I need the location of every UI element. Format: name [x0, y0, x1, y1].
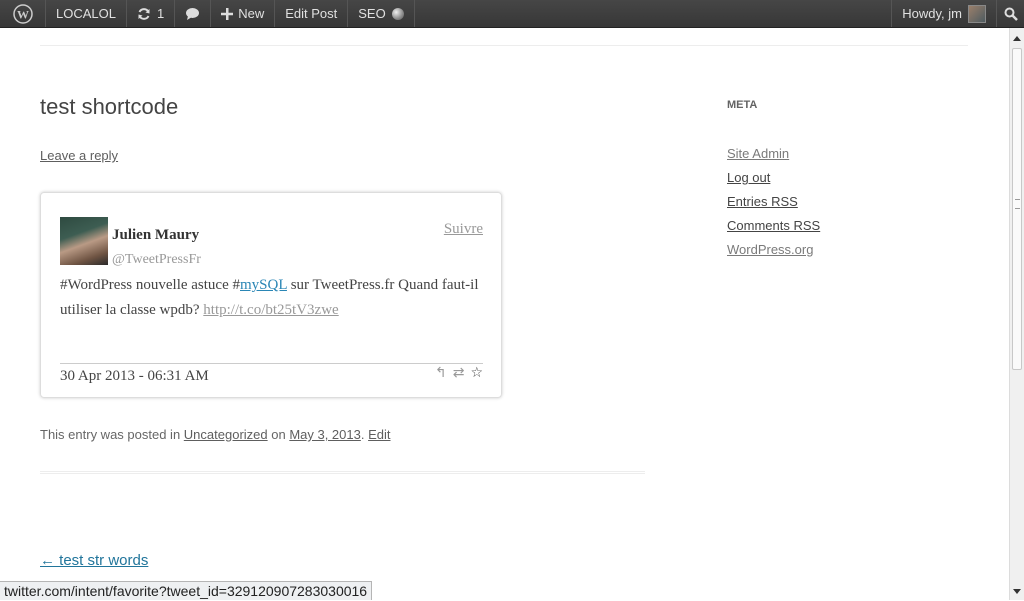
edit-link[interactable]: Edit [368, 427, 390, 442]
user-avatar [968, 4, 986, 23]
entry-meta-prefix: This entry was posted in [40, 427, 184, 442]
admin-search-button[interactable] [996, 0, 1024, 27]
list-item: WordPress.org [727, 242, 820, 266]
list-item: Site Admin [727, 146, 820, 170]
seo-menu[interactable]: SEO [348, 0, 415, 27]
entry-meta-on: on [267, 427, 290, 442]
admin-bar-spacer [415, 0, 892, 27]
entries-rss-link[interactable]: Entries RSS [727, 194, 798, 209]
site-name-menu[interactable]: LOCALOL [46, 0, 127, 27]
log-out-link[interactable]: Log out [727, 170, 770, 185]
meta-widget-title: META [727, 99, 758, 111]
new-label: New [238, 6, 265, 21]
header-divider [40, 45, 968, 46]
seo-status-icon [391, 7, 404, 20]
reply-icon[interactable]: ↰ [435, 365, 447, 381]
tweet-author-handle[interactable]: @TweetPressFr [112, 252, 201, 268]
tweet-actions: ↰ ⇄ ☆ [435, 365, 483, 381]
my-account-menu[interactable]: Howdy, jm [891, 0, 996, 27]
meta-widget-list: Site Admin Log out Entries RSS Comments … [727, 146, 820, 266]
entry-meta-period: . [360, 427, 369, 442]
grip-icon [1015, 199, 1020, 209]
list-item: Entries RSS [727, 194, 820, 218]
tweet-divider [60, 363, 483, 364]
entry-divider [40, 471, 645, 474]
vertical-scrollbar[interactable] [1009, 28, 1024, 600]
scroll-thumb[interactable] [1012, 48, 1022, 370]
list-item: Comments RSS [727, 218, 820, 242]
comments-rss-link[interactable]: Comments RSS [727, 218, 820, 233]
magnifier-icon [1004, 7, 1018, 21]
wordpress-logo-icon[interactable]: W [0, 0, 46, 27]
refresh-icon [138, 7, 150, 20]
tweet-text: #WordPress nouvelle astuce #mySQL sur Tw… [60, 273, 480, 323]
category-link[interactable]: Uncategorized [184, 427, 268, 442]
seo-label: SEO [358, 6, 386, 21]
scroll-up-icon[interactable] [1013, 36, 1021, 41]
favorite-icon[interactable]: ☆ [470, 365, 483, 381]
howdy-label: Howdy, jm [902, 6, 962, 21]
embedded-tweet: Julien Maury @TweetPressFr Suivre #WordP… [40, 192, 502, 398]
tweet-text-part: #WordPress nouvelle astuce # [60, 277, 240, 293]
speech-bubble-icon [186, 7, 200, 20]
admin-bar: W LOCALOL 1 New Edit Post SEO Howdy, jm [0, 0, 1024, 28]
updates-menu[interactable]: 1 [127, 0, 176, 27]
tweet-author-name[interactable]: Julien Maury [112, 227, 199, 244]
list-item: Log out [727, 170, 820, 194]
scroll-down-icon[interactable] [1013, 589, 1021, 594]
comments-menu[interactable] [175, 0, 212, 27]
svg-text:W: W [17, 7, 29, 21]
hashtag-link[interactable]: mySQL [240, 277, 287, 293]
wordpress-org-link[interactable]: WordPress.org [727, 242, 813, 257]
follow-button[interactable]: Suivre [444, 221, 483, 238]
tweet-author-avatar[interactable] [60, 217, 108, 265]
site-name-label: LOCALOL [56, 6, 116, 21]
tweet-timestamp[interactable]: 30 Apr 2013 - 06:31 AM [60, 368, 209, 385]
site-admin-link[interactable]: Site Admin [727, 146, 789, 161]
plus-icon [221, 7, 234, 20]
entry-meta: This entry was posted in Uncategorized o… [40, 427, 391, 442]
post-date-link[interactable]: May 3, 2013 [289, 427, 361, 442]
edit-post-button[interactable]: Edit Post [275, 0, 349, 27]
page-title: test shortcode [40, 94, 179, 119]
previous-post-link[interactable]: ← test str words [40, 552, 148, 569]
link-status-bar: twitter.com/intent/favorite?tweet_id=329… [0, 581, 373, 600]
new-content-menu[interactable]: New [211, 0, 276, 27]
leave-reply-link[interactable]: Leave a reply [40, 148, 118, 163]
edit-post-label: Edit Post [285, 6, 338, 21]
retweet-icon[interactable]: ⇄ [453, 365, 465, 381]
updates-count: 1 [156, 6, 165, 21]
tweet-url-link[interactable]: http://t.co/bt25tV3zwe [203, 302, 338, 318]
